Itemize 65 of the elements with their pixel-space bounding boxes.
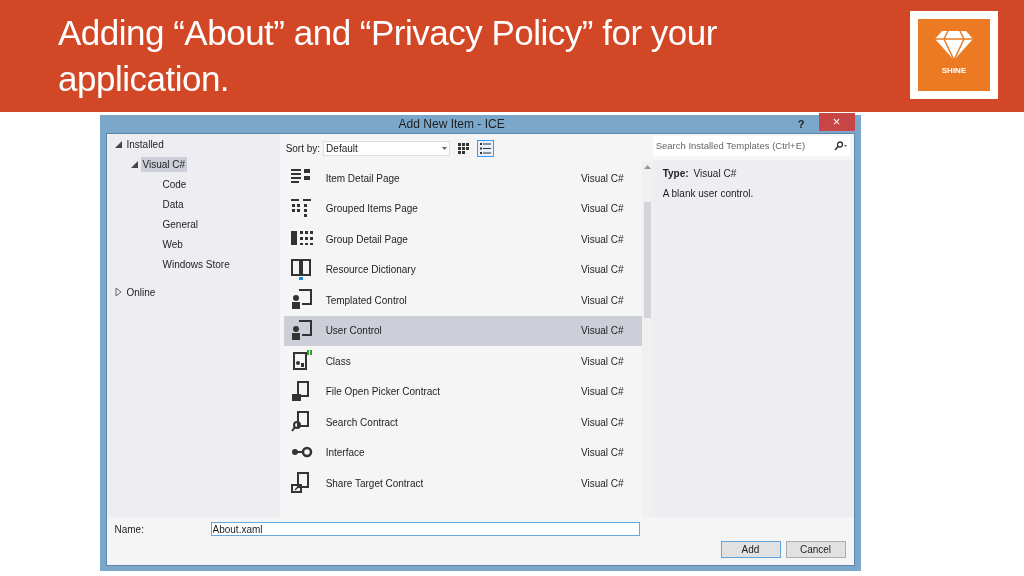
template-row[interactable]: Item Detail Page Visual C# [283,163,642,194]
description-text: A blank user control. [662,187,755,201]
name-label: Name: [114,522,145,537]
template-type: Visual C# [581,385,624,400]
caret-icon [442,146,448,150]
template-name: Group Detail Page [325,232,409,247]
template-name: File Open Picker Contract [325,385,442,400]
collapse-arrow-icon[interactable] [114,140,125,148]
template-icon [289,257,314,282]
template-row[interactable]: Interface Visual C# [283,437,642,468]
search-field[interactable]: Search Installed Templates (Ctrl+E) [652,136,850,156]
template-row[interactable]: Resource Dictionary Visual C# [283,254,642,285]
template-type: Visual C# [581,293,624,308]
template-type: Visual C# [581,171,624,186]
template-name: User Control [325,324,383,339]
tree-item[interactable]: Installed [124,136,166,152]
template-row[interactable]: Share Target Contract Visual C# [283,468,642,499]
sort-dropdown[interactable]: Default [323,140,451,156]
template-type: Visual C# [581,446,624,461]
list-view-button[interactable] [477,139,495,157]
sort-label: Sort by: [285,141,321,156]
template-name: Share Target Contract [325,476,425,491]
template-name: Class [325,354,352,369]
name-field[interactable]: About.xaml [210,522,640,536]
template-name: Search Contract [325,415,399,430]
search-icon [833,141,847,151]
template-row[interactable]: Class Visual C# [283,346,642,377]
add-button[interactable]: Add [720,541,781,558]
logo-text: SHINE [941,65,967,77]
template-name: Resource Dictionary [325,263,417,278]
type-label: Type: [662,167,689,181]
type-value: Visual C# [693,167,737,181]
template-type: Visual C# [581,324,624,339]
window-title: Add New Item - ICE [397,116,506,133]
collapse-arrow-icon[interactable] [130,160,141,168]
template-type: Visual C# [581,263,624,278]
template-row[interactable]: User Control Visual C# [283,315,642,346]
close-button[interactable]: × [818,113,855,131]
template-row[interactable]: Group Detail Page Visual C# [283,224,642,255]
template-type: Visual C# [581,232,624,247]
template-name: Templated Control [325,293,408,308]
scroll-thumb[interactable] [643,202,651,318]
tree-item[interactable]: Code [160,176,189,192]
tree-item[interactable]: Web [160,236,185,252]
slide-title: Adding “About” and “Privacy Policy” for your application. [58,12,718,100]
template-type: Visual C# [581,476,624,491]
diamond-icon [934,29,974,61]
template-type: Visual C# [581,415,624,430]
template-name: Grouped Items Page [325,202,419,217]
template-type: Visual C# [581,202,624,217]
template-name: Item Detail Page [325,171,401,186]
template-icon [289,318,314,343]
template-row[interactable]: Templated Control Visual C# [283,285,642,316]
template-row[interactable]: Grouped Items Page Visual C# [283,193,642,224]
tree-item[interactable]: General [160,216,201,232]
template-row[interactable]: File Open Picker Contract Visual C# [283,376,642,407]
tree-item[interactable]: Data [160,196,186,212]
tree-item[interactable]: Windows Store [160,256,232,272]
template-name: Interface [325,446,366,461]
cancel-button[interactable]: Cancel [785,541,846,558]
tree-item[interactable]: Visual C# [140,156,188,172]
help-button[interactable]: ? [797,115,805,133]
tree-item[interactable]: Online [124,284,158,300]
template-row[interactable]: Search Contract Visual C# [283,407,642,438]
template-type: Visual C# [581,354,624,369]
